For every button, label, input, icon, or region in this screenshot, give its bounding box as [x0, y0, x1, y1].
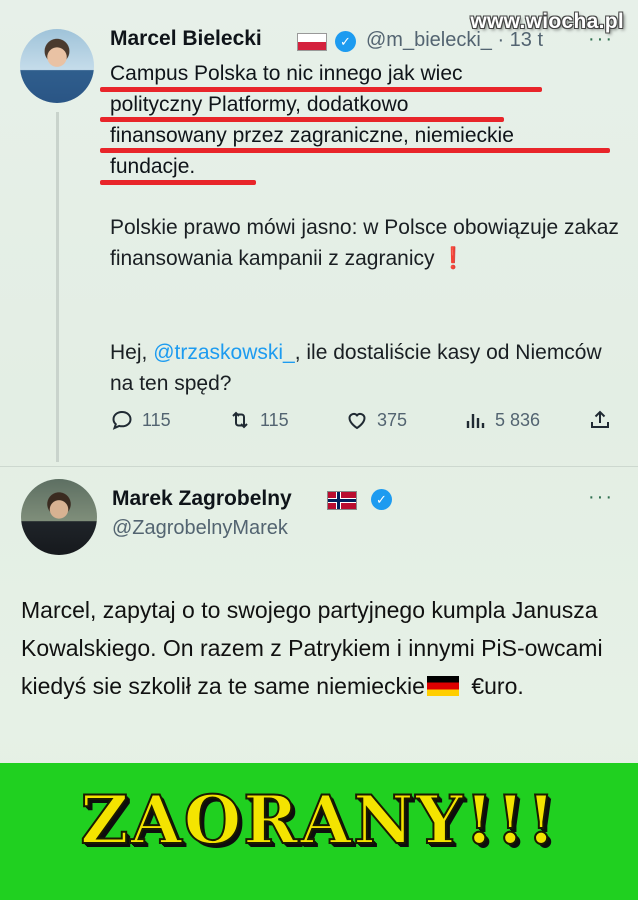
- verified-badge-icon: ✓: [371, 489, 392, 510]
- tweet-line: Campus Polska to nic innego jak wiec: [110, 62, 463, 85]
- author-name[interactable]: Marek Zagrobelny: [112, 487, 292, 511]
- reply-icon: [112, 410, 132, 430]
- germany-flag-icon: [426, 676, 459, 696]
- exclamation-icon: ❗: [440, 247, 467, 270]
- tweet-line: fundacje.: [110, 155, 196, 178]
- tweet-divider: [0, 466, 638, 467]
- reply-count: 115: [142, 409, 171, 430]
- tweet-paragraph: Hej, @trzaskowski_, ile dostaliście kasy…: [110, 341, 602, 395]
- norway-flag-icon: [327, 491, 357, 510]
- like-button[interactable]: 375: [345, 408, 407, 432]
- views-button[interactable]: 5 836: [463, 408, 540, 432]
- reply-button[interactable]: 115: [110, 408, 171, 432]
- repost-icon: [232, 411, 248, 429]
- repost-button[interactable]: 115: [228, 408, 289, 432]
- red-underline: [100, 87, 542, 92]
- like-count: 375: [377, 409, 408, 430]
- red-underline: [100, 180, 256, 185]
- heart-icon: [348, 412, 366, 430]
- red-underline: [100, 117, 504, 122]
- poland-flag-icon: [297, 33, 327, 51]
- caption-text: ZAORANY!!!: [79, 780, 558, 860]
- more-options-icon[interactable]: ···: [588, 28, 614, 51]
- verified-badge-icon: ✓: [335, 31, 356, 52]
- author-name[interactable]: Marcel Bielecki: [110, 27, 262, 51]
- author-handle[interactable]: @m_bielecki_ · 13 t: [366, 29, 543, 52]
- share-button[interactable]: [588, 408, 612, 432]
- red-underline: [100, 148, 610, 153]
- tweet-line: polityczny Platformy, dodatkowo: [110, 93, 409, 116]
- tweet-paragraph: Polskie prawo mówi jasno: w Polsce obowi…: [110, 216, 619, 270]
- tweet-actions: 115 115 375 5 836: [110, 408, 620, 438]
- share-icon: [591, 410, 609, 428]
- avatar[interactable]: [21, 479, 97, 555]
- views-count: 5 836: [495, 409, 541, 430]
- repost-count: 115: [260, 409, 289, 430]
- more-options-icon[interactable]: ···: [588, 486, 614, 509]
- mention-link[interactable]: @trzaskowski_: [153, 341, 295, 364]
- thread-line: [56, 112, 59, 462]
- reply-text: Marcel, zapytaj o to swojego partyjnego …: [21, 597, 603, 699]
- avatar[interactable]: [20, 29, 94, 103]
- views-chart-icon: [466, 414, 485, 428]
- tweet-line: finansowany przez zagraniczne, niemiecki…: [110, 124, 514, 147]
- author-handle[interactable]: @ZagrobelnyMarek: [112, 517, 288, 540]
